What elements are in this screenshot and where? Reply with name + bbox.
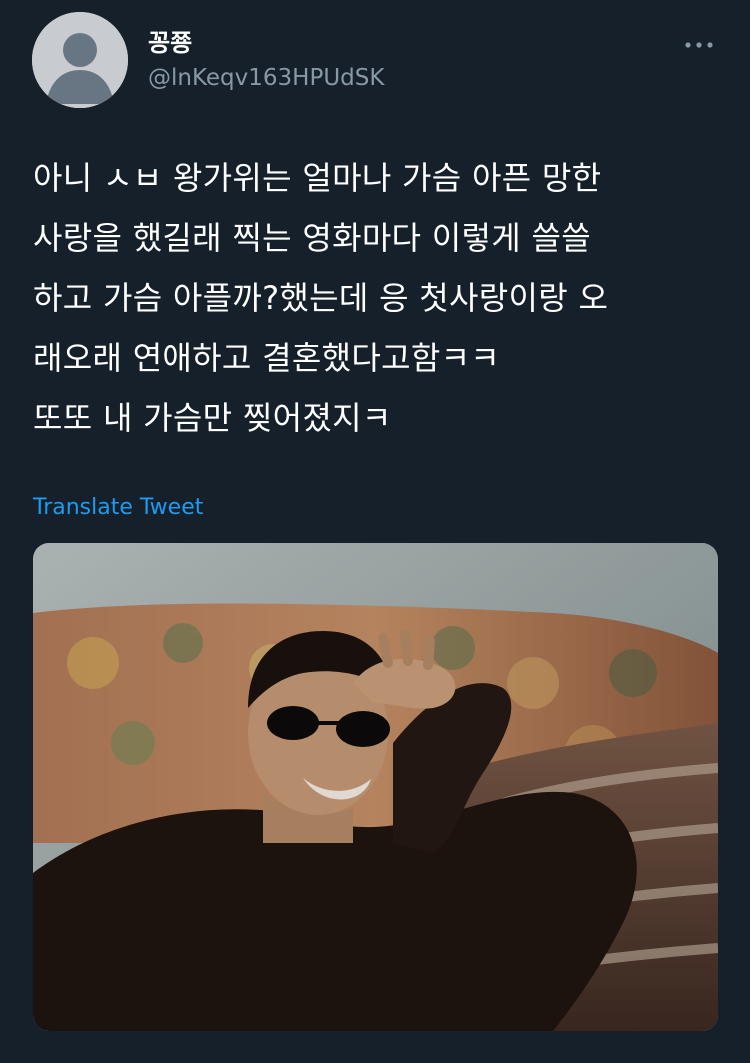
user-handle[interactable]: @lnKeqv163HPUdSK bbox=[148, 64, 384, 92]
avatar[interactable] bbox=[32, 12, 128, 108]
translate-tweet-link[interactable]: Translate Tweet bbox=[33, 492, 203, 524]
display-name[interactable]: 꽁쭁 bbox=[148, 28, 192, 58]
tweet-photo[interactable] bbox=[33, 543, 718, 1031]
tweet-text: 아니 ㅅㅂ 왕가위는 얼마나 가슴 아픈 망한 사랑을 했길래 찍는 영화마다 … bbox=[33, 148, 723, 448]
tweet-text-line: 사랑을 했길래 찍는 영화마다 이렇게 쓸쓸 bbox=[33, 219, 591, 257]
default-avatar-icon bbox=[32, 12, 128, 108]
tweet-text-line: 래오래 연애하고 결혼했다고함ㅋㅋ bbox=[33, 339, 501, 377]
tweet-text-line: 아니 ㅅㅂ 왕가위는 얼마나 가슴 아픈 망한 bbox=[33, 159, 602, 197]
more-options-icon[interactable] bbox=[682, 30, 716, 60]
tweet-text-line: 하고 가슴 아플까?했는데 응 첫사랑이랑 오 bbox=[33, 279, 609, 317]
photo-illustration bbox=[33, 543, 718, 1031]
tweet-text-line: 또또 내 가슴만 찢어졌지ㅋ bbox=[33, 399, 392, 437]
